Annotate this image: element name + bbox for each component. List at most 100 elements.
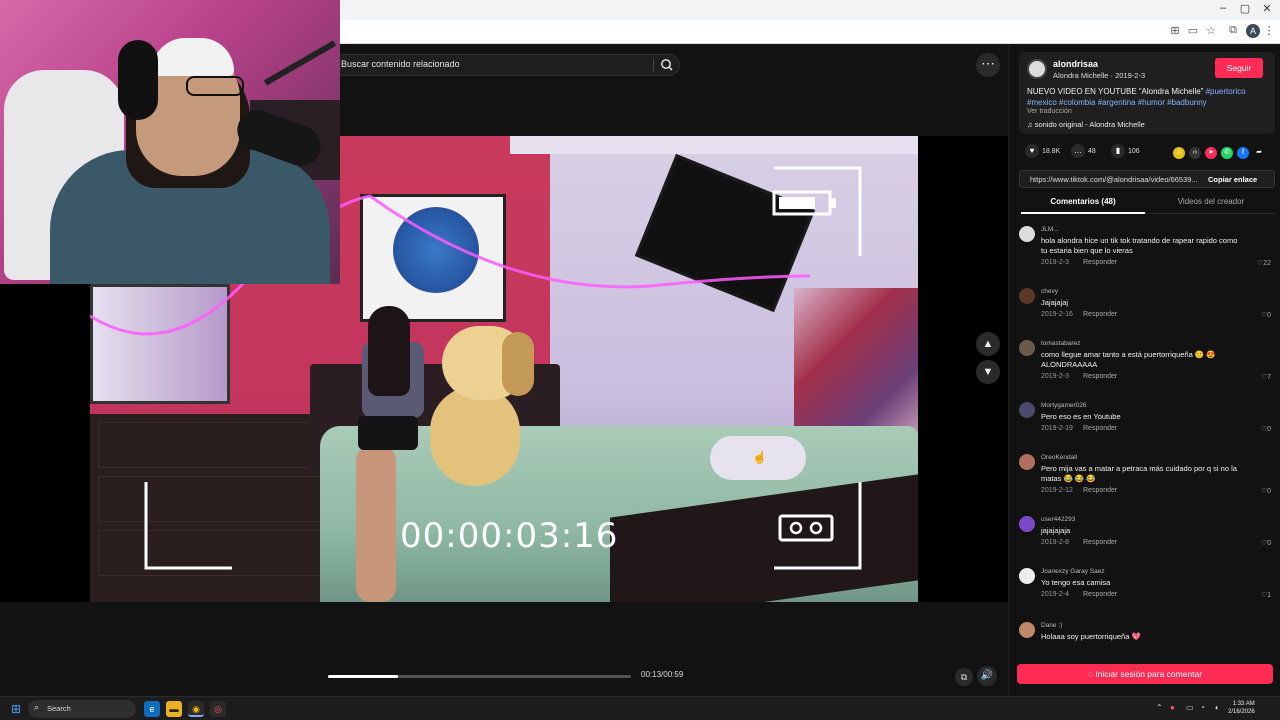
taskbar-search[interactable]: ⌕ Search bbox=[28, 700, 136, 718]
cast-icon[interactable]: ▭ bbox=[1186, 24, 1200, 37]
extensions-icon[interactable]: ⧉ bbox=[1226, 24, 1240, 37]
comment-username[interactable]: OreoKendall bbox=[1041, 454, 1077, 461]
search-icon[interactable] bbox=[657, 56, 677, 74]
comment-icon: … bbox=[1071, 144, 1085, 158]
sound-link[interactable]: ♫ sonido original - Alondra Michelle bbox=[1027, 120, 1145, 129]
chrome-icon[interactable]: ◉ bbox=[188, 701, 204, 717]
windows-start-icon[interactable]: ⊞ bbox=[8, 701, 24, 717]
more-options-button[interactable]: ⋯ bbox=[976, 53, 1000, 77]
author-card: alondrisaa Alondra Michelle · 2019-2-3 S… bbox=[1019, 52, 1275, 134]
reply-button[interactable]: Responder bbox=[1083, 539, 1117, 546]
previous-video-button[interactable]: ▲ bbox=[976, 332, 1000, 356]
comment-like-button[interactable]: ♡0 bbox=[1261, 539, 1271, 547]
comment-like-count: 0 bbox=[1267, 426, 1271, 433]
comment-like-button[interactable]: ♡22 bbox=[1257, 259, 1271, 267]
comment-date: 2019-2-4 bbox=[1041, 591, 1070, 598]
reply-button[interactable]: Responder bbox=[1083, 373, 1117, 380]
comment-like-button[interactable]: ♡0 bbox=[1261, 311, 1271, 319]
webcam-person-hat bbox=[152, 38, 234, 76]
login-label: Iniciar sesión para comentar bbox=[1095, 669, 1203, 679]
comment-avatar[interactable] bbox=[1019, 226, 1035, 242]
comment-like-button[interactable]: ♡0 bbox=[1261, 425, 1271, 433]
tray-app-icon[interactable]: ● bbox=[1170, 703, 1175, 712]
author-subtitle: Alondra Michelle · 2019-2-3 bbox=[1053, 71, 1146, 80]
facebook-icon[interactable]: f bbox=[1237, 147, 1249, 159]
comment-avatar[interactable] bbox=[1019, 622, 1035, 638]
comment-username[interactable]: JLM... bbox=[1041, 226, 1059, 233]
comment-avatar[interactable] bbox=[1019, 340, 1035, 356]
share-arrow-icon[interactable]: ➦ bbox=[1253, 147, 1265, 159]
reply-button[interactable]: Responder bbox=[1083, 425, 1117, 432]
comment-date: 2019-2-3 bbox=[1041, 373, 1070, 380]
sound-label[interactable]: sonido original - Alondra Michelle bbox=[1035, 120, 1145, 129]
save-button[interactable]: ▮ 106 bbox=[1111, 144, 1140, 158]
search-bar[interactable]: Buscar contenido relacionado bbox=[330, 54, 680, 76]
comment-username[interactable]: user442293 bbox=[1041, 516, 1075, 523]
reply-button[interactable]: Responder bbox=[1083, 311, 1117, 318]
comment-like-button[interactable]: ♡7 bbox=[1261, 373, 1271, 381]
video-timecode: 00:00:03:16 bbox=[400, 516, 619, 556]
comment-date: 2019-2-12 bbox=[1041, 487, 1073, 494]
comment-text: Yo tengo esa camisa bbox=[1041, 578, 1111, 587]
comment-button[interactable]: … 48 bbox=[1071, 144, 1096, 158]
search-input[interactable]: Buscar contenido relacionado bbox=[341, 59, 460, 69]
comment-avatar[interactable] bbox=[1019, 516, 1035, 532]
search-icon: ⌕ bbox=[34, 702, 40, 712]
like-button[interactable]: ♥ 18.8K bbox=[1025, 144, 1060, 158]
see-translation-link[interactable]: Ver traducción bbox=[1027, 108, 1072, 115]
whatsapp-icon[interactable]: ✆ bbox=[1221, 147, 1233, 159]
login-to-comment-button[interactable]: ◌ Iniciar sesión para comentar bbox=[1017, 664, 1273, 684]
like-count: 18.8K bbox=[1042, 147, 1061, 155]
translate-icon[interactable]: ⊞ bbox=[1168, 24, 1182, 37]
comment-avatar[interactable] bbox=[1019, 288, 1035, 304]
tray-expand-icon[interactable]: ⌃ bbox=[1156, 703, 1163, 712]
comment-username[interactable]: tomastabarez bbox=[1041, 340, 1080, 347]
taskbar-clock[interactable]: 1:33 AM 2/16/2026 bbox=[1228, 700, 1255, 716]
reply-button[interactable]: Responder bbox=[1083, 487, 1117, 494]
comment-avatar[interactable] bbox=[1019, 454, 1035, 470]
share-link-url[interactable]: https://www.tiktok.com/@alondrisaa/video… bbox=[1030, 175, 1198, 184]
comment-username[interactable]: chevy bbox=[1041, 288, 1058, 295]
comment-count: 48 bbox=[1088, 147, 1096, 155]
edge-icon[interactable]: e bbox=[144, 701, 160, 717]
webcam-headphones bbox=[118, 40, 158, 120]
picture-in-picture-button[interactable]: ⧉ bbox=[955, 668, 973, 686]
heart-icon: ♥ bbox=[1025, 144, 1039, 158]
comment-username[interactable]: Mortygamer026 bbox=[1041, 402, 1087, 409]
star-icon[interactable]: ☆ bbox=[1204, 24, 1218, 37]
tab-comments[interactable]: Comentarios (48) bbox=[1021, 192, 1145, 214]
friends-share-icon[interactable]: ➤ bbox=[1205, 147, 1217, 159]
tab-creator-videos[interactable]: Videos del creador bbox=[1149, 192, 1273, 214]
menu-icon[interactable]: ⋮ bbox=[1262, 24, 1276, 37]
comment-like-button[interactable]: ♡1 bbox=[1261, 591, 1271, 599]
file-explorer-icon[interactable]: ▬ bbox=[166, 701, 182, 717]
comment-text: Pero eso es en Youtube bbox=[1041, 412, 1121, 421]
comment-username[interactable]: Dane :) bbox=[1041, 622, 1062, 629]
volume-button[interactable]: 🔊 bbox=[977, 666, 997, 686]
wifi-icon[interactable]: ◔ bbox=[1200, 703, 1205, 712]
emoji-share-icon[interactable]: ☺ bbox=[1173, 147, 1185, 159]
network-icon[interactable]: ▭ bbox=[1186, 703, 1194, 712]
copy-link-button[interactable]: Copiar enlace bbox=[1208, 175, 1257, 184]
close-window-button[interactable]: ✕ bbox=[1256, 2, 1278, 15]
profile-avatar[interactable]: A bbox=[1246, 24, 1260, 38]
maximize-button[interactable]: ▢ bbox=[1234, 2, 1256, 15]
comment-text: como llegue amar tanto a está puertorriq… bbox=[1041, 350, 1216, 369]
comment-like-button[interactable]: ♡0 bbox=[1261, 487, 1271, 495]
comment-avatar[interactable] bbox=[1019, 402, 1035, 418]
comment-username[interactable]: Joanexzy Garay Saez bbox=[1041, 568, 1105, 575]
next-video-button[interactable]: ▼ bbox=[976, 360, 1000, 384]
follow-button[interactable]: Seguir bbox=[1215, 58, 1263, 78]
embed-icon[interactable]: ‹› bbox=[1189, 147, 1201, 159]
reply-button[interactable]: Responder bbox=[1083, 591, 1117, 598]
clock-date: 2/16/2026 bbox=[1228, 709, 1255, 715]
comment-avatar[interactable] bbox=[1019, 568, 1035, 584]
obs-icon[interactable]: ◎ bbox=[210, 701, 226, 717]
speaker-icon[interactable]: ◖ bbox=[1214, 703, 1219, 712]
author-username[interactable]: alondrisaa bbox=[1053, 59, 1098, 69]
author-avatar[interactable] bbox=[1027, 59, 1047, 79]
minimize-button[interactable]: – bbox=[1212, 2, 1234, 14]
video-progress-bar[interactable] bbox=[328, 675, 631, 678]
browser-titlebar: – ▢ ✕ bbox=[340, 0, 1280, 20]
reply-button[interactable]: Responder bbox=[1083, 259, 1117, 266]
